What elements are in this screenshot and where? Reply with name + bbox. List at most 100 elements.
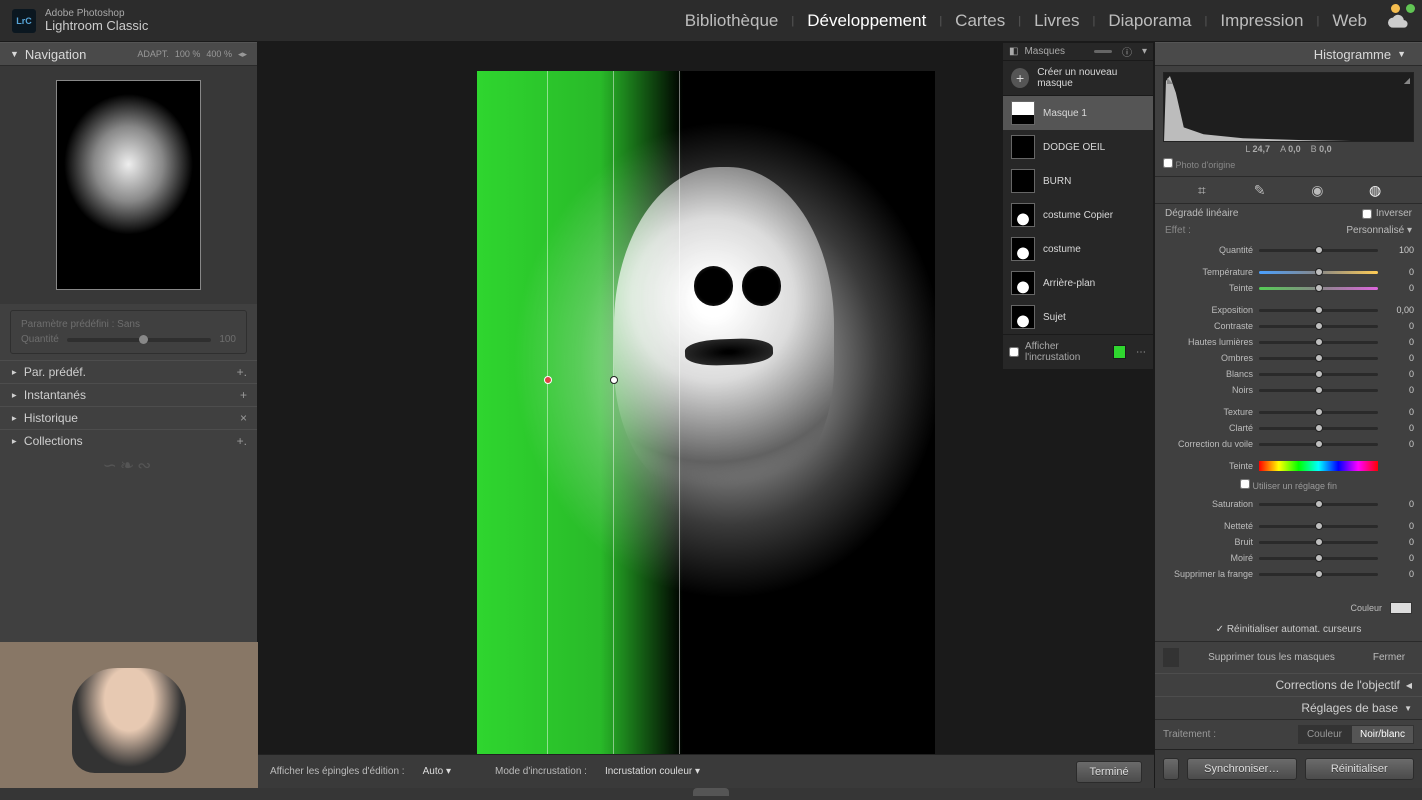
- overlay-mode-dropdown[interactable]: Incrustation couleur ▾: [605, 766, 700, 777]
- slider-track[interactable]: [1259, 411, 1378, 414]
- treatment-bw-button[interactable]: Noir/blanc: [1351, 725, 1414, 744]
- slider-track[interactable]: [1259, 443, 1378, 446]
- gradient-line[interactable]: [613, 71, 614, 759]
- slider-track[interactable]: [1259, 557, 1378, 560]
- zoom-menu-icon[interactable]: ◂▸: [238, 49, 247, 60]
- slider-track[interactable]: [1259, 271, 1378, 274]
- mask-item[interactable]: DODGE OEIL: [1003, 130, 1153, 164]
- module-tab-impression[interactable]: Impression: [1207, 11, 1316, 31]
- slider-correction-du-voile[interactable]: Correction du voile0: [1163, 436, 1414, 452]
- clip-highlights-icon[interactable]: ◢: [1404, 76, 1410, 85]
- slider-moir-[interactable]: Moiré0: [1163, 550, 1414, 566]
- panel-historique[interactable]: ▼Historique×: [0, 406, 257, 429]
- slider-noirs[interactable]: Noirs0: [1163, 382, 1414, 398]
- zoom-400[interactable]: 400 %: [206, 49, 232, 59]
- overlay-options-icon[interactable]: ⋯: [1136, 347, 1147, 358]
- slider-track[interactable]: [1259, 373, 1378, 376]
- invert-checkbox[interactable]: [1362, 209, 1372, 219]
- slider-nettet-[interactable]: Netteté0: [1163, 518, 1414, 534]
- pins-dropdown[interactable]: Auto ▾: [423, 766, 451, 777]
- masking-tool-icon[interactable]: ◍: [1367, 182, 1383, 198]
- slider-knob[interactable]: [1315, 268, 1323, 276]
- navigator-thumbnail[interactable]: [0, 66, 257, 304]
- slider-ombres[interactable]: Ombres0: [1163, 350, 1414, 366]
- panel-switch-icon[interactable]: [1163, 648, 1179, 667]
- treatment-color-button[interactable]: Couleur: [1298, 725, 1351, 744]
- slider-quantit-[interactable]: Quantité100: [1163, 242, 1414, 258]
- slider-texture[interactable]: Texture0: [1163, 404, 1414, 420]
- image-canvas[interactable]: [477, 71, 935, 759]
- panel-action-icon[interactable]: +.: [237, 434, 247, 448]
- reset-cursors-toggle[interactable]: Réinitialiser automat. curseurs: [1155, 618, 1422, 641]
- delete-all-masks-button[interactable]: Supprimer tous les masques: [1187, 648, 1356, 667]
- original-photo-checkbox[interactable]: [1163, 158, 1173, 168]
- mask-item[interactable]: BURN: [1003, 164, 1153, 198]
- slider-track[interactable]: [1259, 541, 1378, 544]
- panel-collections[interactable]: ▼Collections+.: [0, 429, 257, 452]
- slider-knob[interactable]: [1315, 570, 1323, 578]
- slider-track[interactable]: [1259, 249, 1378, 252]
- slider-supprimer-la-frange[interactable]: Supprimer la frange0: [1163, 566, 1414, 582]
- panel-action-icon[interactable]: +: [240, 388, 247, 402]
- slider-knob[interactable]: [1315, 354, 1323, 362]
- panel-action-icon[interactable]: +.: [237, 365, 247, 379]
- slider-knob[interactable]: [1315, 440, 1323, 448]
- masks-panel[interactable]: ◧ Masques ⓘ ▾ + Créer un nouveau masque …: [1002, 42, 1154, 370]
- basic-panel-header[interactable]: Réglages de base▼: [1155, 696, 1422, 719]
- slider-knob[interactable]: [1315, 386, 1323, 394]
- mask-item[interactable]: costume: [1003, 232, 1153, 266]
- slider-knob[interactable]: [1315, 370, 1323, 378]
- show-overlay-checkbox[interactable]: [1009, 347, 1019, 357]
- slider-track[interactable]: [1259, 357, 1378, 360]
- lens-corrections-header[interactable]: Corrections de l'objectif◀: [1155, 673, 1422, 696]
- slider-contraste[interactable]: Contraste0: [1163, 318, 1414, 334]
- module-tab-livres[interactable]: Livres: [1021, 11, 1092, 31]
- module-tab-web[interactable]: Web: [1319, 11, 1380, 31]
- module-tab-développement[interactable]: Développement: [794, 11, 939, 31]
- zoom-100[interactable]: 100 %: [175, 49, 201, 59]
- slider-temp-rature[interactable]: Température0: [1163, 264, 1414, 280]
- slider-teinte[interactable]: Teinte: [1163, 458, 1414, 474]
- slider-knob[interactable]: [1315, 522, 1323, 530]
- panel-instantan-s[interactable]: ▼Instantanés+: [0, 383, 257, 406]
- panel-switch-icon[interactable]: [1163, 758, 1179, 780]
- module-tab-diaporama[interactable]: Diaporama: [1095, 11, 1204, 31]
- slider-knob[interactable]: [1315, 538, 1323, 546]
- sync-button[interactable]: Synchroniser…: [1187, 758, 1297, 780]
- panel-par-pr-d-f-[interactable]: ▼Par. prédéf.+.: [0, 360, 257, 383]
- slider-knob[interactable]: [1315, 424, 1323, 432]
- histogram-header[interactable]: Histogramme▼: [1155, 42, 1422, 66]
- slider-track[interactable]: [1259, 461, 1378, 471]
- cloud-sync-icon[interactable]: [1388, 14, 1408, 28]
- module-tab-cartes[interactable]: Cartes: [942, 11, 1018, 31]
- clip-shadows-icon[interactable]: ◣: [1167, 76, 1173, 85]
- slider-saturation[interactable]: Saturation0: [1163, 496, 1414, 512]
- slider-track[interactable]: [1259, 309, 1378, 312]
- heal-tool-icon[interactable]: ✎: [1252, 182, 1268, 198]
- histogram[interactable]: ◣ ◢: [1163, 72, 1414, 142]
- slider-knob[interactable]: [1315, 500, 1323, 508]
- done-button[interactable]: Terminé: [1076, 761, 1142, 783]
- redeye-tool-icon[interactable]: ◉: [1309, 182, 1325, 198]
- color-swatch[interactable]: [1390, 602, 1412, 614]
- info-icon[interactable]: ⓘ: [1122, 44, 1132, 59]
- slider-hautes-lumi-res[interactable]: Hautes lumières0: [1163, 334, 1414, 350]
- create-mask-button[interactable]: + Créer un nouveau masque: [1003, 61, 1153, 96]
- close-masks-button[interactable]: Fermer: [1364, 648, 1414, 667]
- slider-blancs[interactable]: Blancs0: [1163, 366, 1414, 382]
- gradient-line[interactable]: [547, 71, 548, 759]
- crop-tool-icon[interactable]: ⌗: [1194, 182, 1210, 198]
- slider-exposition[interactable]: Exposition0,00: [1163, 302, 1414, 318]
- drag-handle-icon[interactable]: [1094, 50, 1112, 53]
- slider-track[interactable]: [1259, 325, 1378, 328]
- fine-adjust-checkbox[interactable]: [1240, 479, 1250, 489]
- mask-item[interactable]: Arrière-plan: [1003, 266, 1153, 300]
- effect-preset-dropdown[interactable]: Personnalisé ▾: [1346, 225, 1412, 236]
- slider-knob[interactable]: [1315, 246, 1323, 254]
- close-icon[interactable]: ▾: [1142, 46, 1147, 57]
- module-tab-bibliothèque[interactable]: Bibliothèque: [672, 11, 792, 31]
- slider-knob[interactable]: [1315, 338, 1323, 346]
- slider-track[interactable]: [1259, 389, 1378, 392]
- slider-track[interactable]: [1259, 525, 1378, 528]
- zoom-fit[interactable]: ADAPT.: [137, 49, 169, 59]
